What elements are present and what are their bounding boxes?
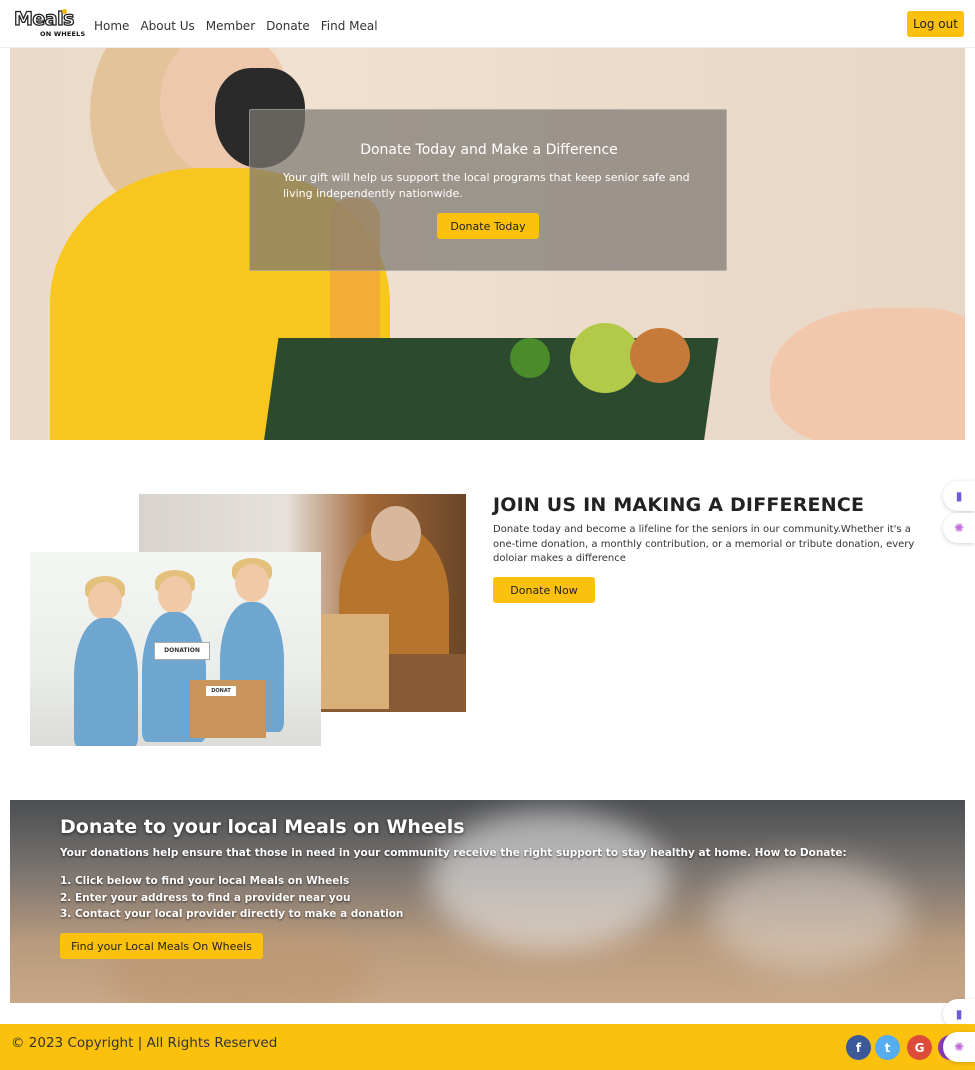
background-blur xyxy=(430,810,670,950)
nav-link-member[interactable]: Member xyxy=(206,19,255,33)
local-description: Your donations help ensure that those in… xyxy=(60,847,847,859)
donate-now-button[interactable]: Donate Now xyxy=(493,577,595,603)
twitter-icon[interactable]: t xyxy=(875,1035,900,1060)
hero-photo-cucumber xyxy=(510,338,550,378)
brain-icon[interactable]: ✺ xyxy=(943,1032,975,1062)
local-title: Donate to your local Meals on Wheels xyxy=(60,816,465,838)
background-blur xyxy=(710,860,910,970)
logo-accent-dot xyxy=(62,9,67,14)
navbar: Meals ON WHEELS Home About Us Member Don… xyxy=(0,0,975,48)
volunteer-head xyxy=(158,576,192,614)
donation-box-label: DONAT xyxy=(206,686,236,696)
nav-link-donate[interactable]: Donate xyxy=(266,19,310,33)
donation-step: 1. Click below to find your local Meals … xyxy=(60,875,350,887)
facebook-icon[interactable]: f xyxy=(846,1035,871,1060)
join-description: Donate today and become a lifeline for t… xyxy=(493,524,915,564)
find-local-button[interactable]: Find your Local Meals On Wheels xyxy=(60,933,263,959)
donate-today-button[interactable]: Donate Today xyxy=(437,213,539,239)
join-photo-volunteers: DONATION DONAT xyxy=(30,552,321,746)
donation-steps: 1. Click below to find your local Meals … xyxy=(60,873,403,923)
join-title: JOIN US IN MAKING A DIFFERENCE xyxy=(493,494,865,516)
nav-link-about-us[interactable]: About Us xyxy=(140,19,194,33)
main-nav: Home About Us Member Donate Find Meal xyxy=(94,19,378,33)
hero-card: Donate Today and Make a Difference Your … xyxy=(249,109,727,271)
hero-photo-hand xyxy=(770,308,965,440)
hero-title: Donate Today and Make a Difference xyxy=(360,142,618,158)
book-icon[interactable]: ▮ xyxy=(943,481,975,511)
copyright-text: © 2023 Copyright | All Rights Reserved xyxy=(11,1035,278,1051)
logout-button[interactable]: Log out xyxy=(907,11,964,37)
donation-step: 2. Enter your address to find a provider… xyxy=(60,891,351,904)
nav-link-find-meal[interactable]: Find Meal xyxy=(321,19,378,33)
donation-sign: DONATION xyxy=(154,642,210,660)
volunteer-head xyxy=(88,582,122,620)
hero-photo-onion xyxy=(630,328,690,383)
donation-step: 3. Contact your local provider directly … xyxy=(60,908,404,920)
footer: © 2023 Copyright | All Rights Reserved f… xyxy=(0,1024,975,1070)
brain-icon[interactable]: ✺ xyxy=(943,513,975,543)
site-logo[interactable]: Meals ON WHEELS xyxy=(13,7,85,42)
hero-banner: Donate Today and Make a Difference Your … xyxy=(10,48,965,440)
senior-head xyxy=(371,506,421,561)
nav-link-home[interactable]: Home xyxy=(94,19,129,33)
local-donation-banner: Donate to your local Meals on Wheels You… xyxy=(10,800,965,1003)
hero-description: Your gift will help us support the local… xyxy=(283,171,690,200)
google-icon[interactable]: G xyxy=(907,1035,932,1060)
grocery-bag xyxy=(319,614,389,709)
volunteer-figure xyxy=(74,618,138,746)
logo-sub-text: ON WHEELS xyxy=(40,30,86,38)
volunteer-head xyxy=(235,564,269,602)
